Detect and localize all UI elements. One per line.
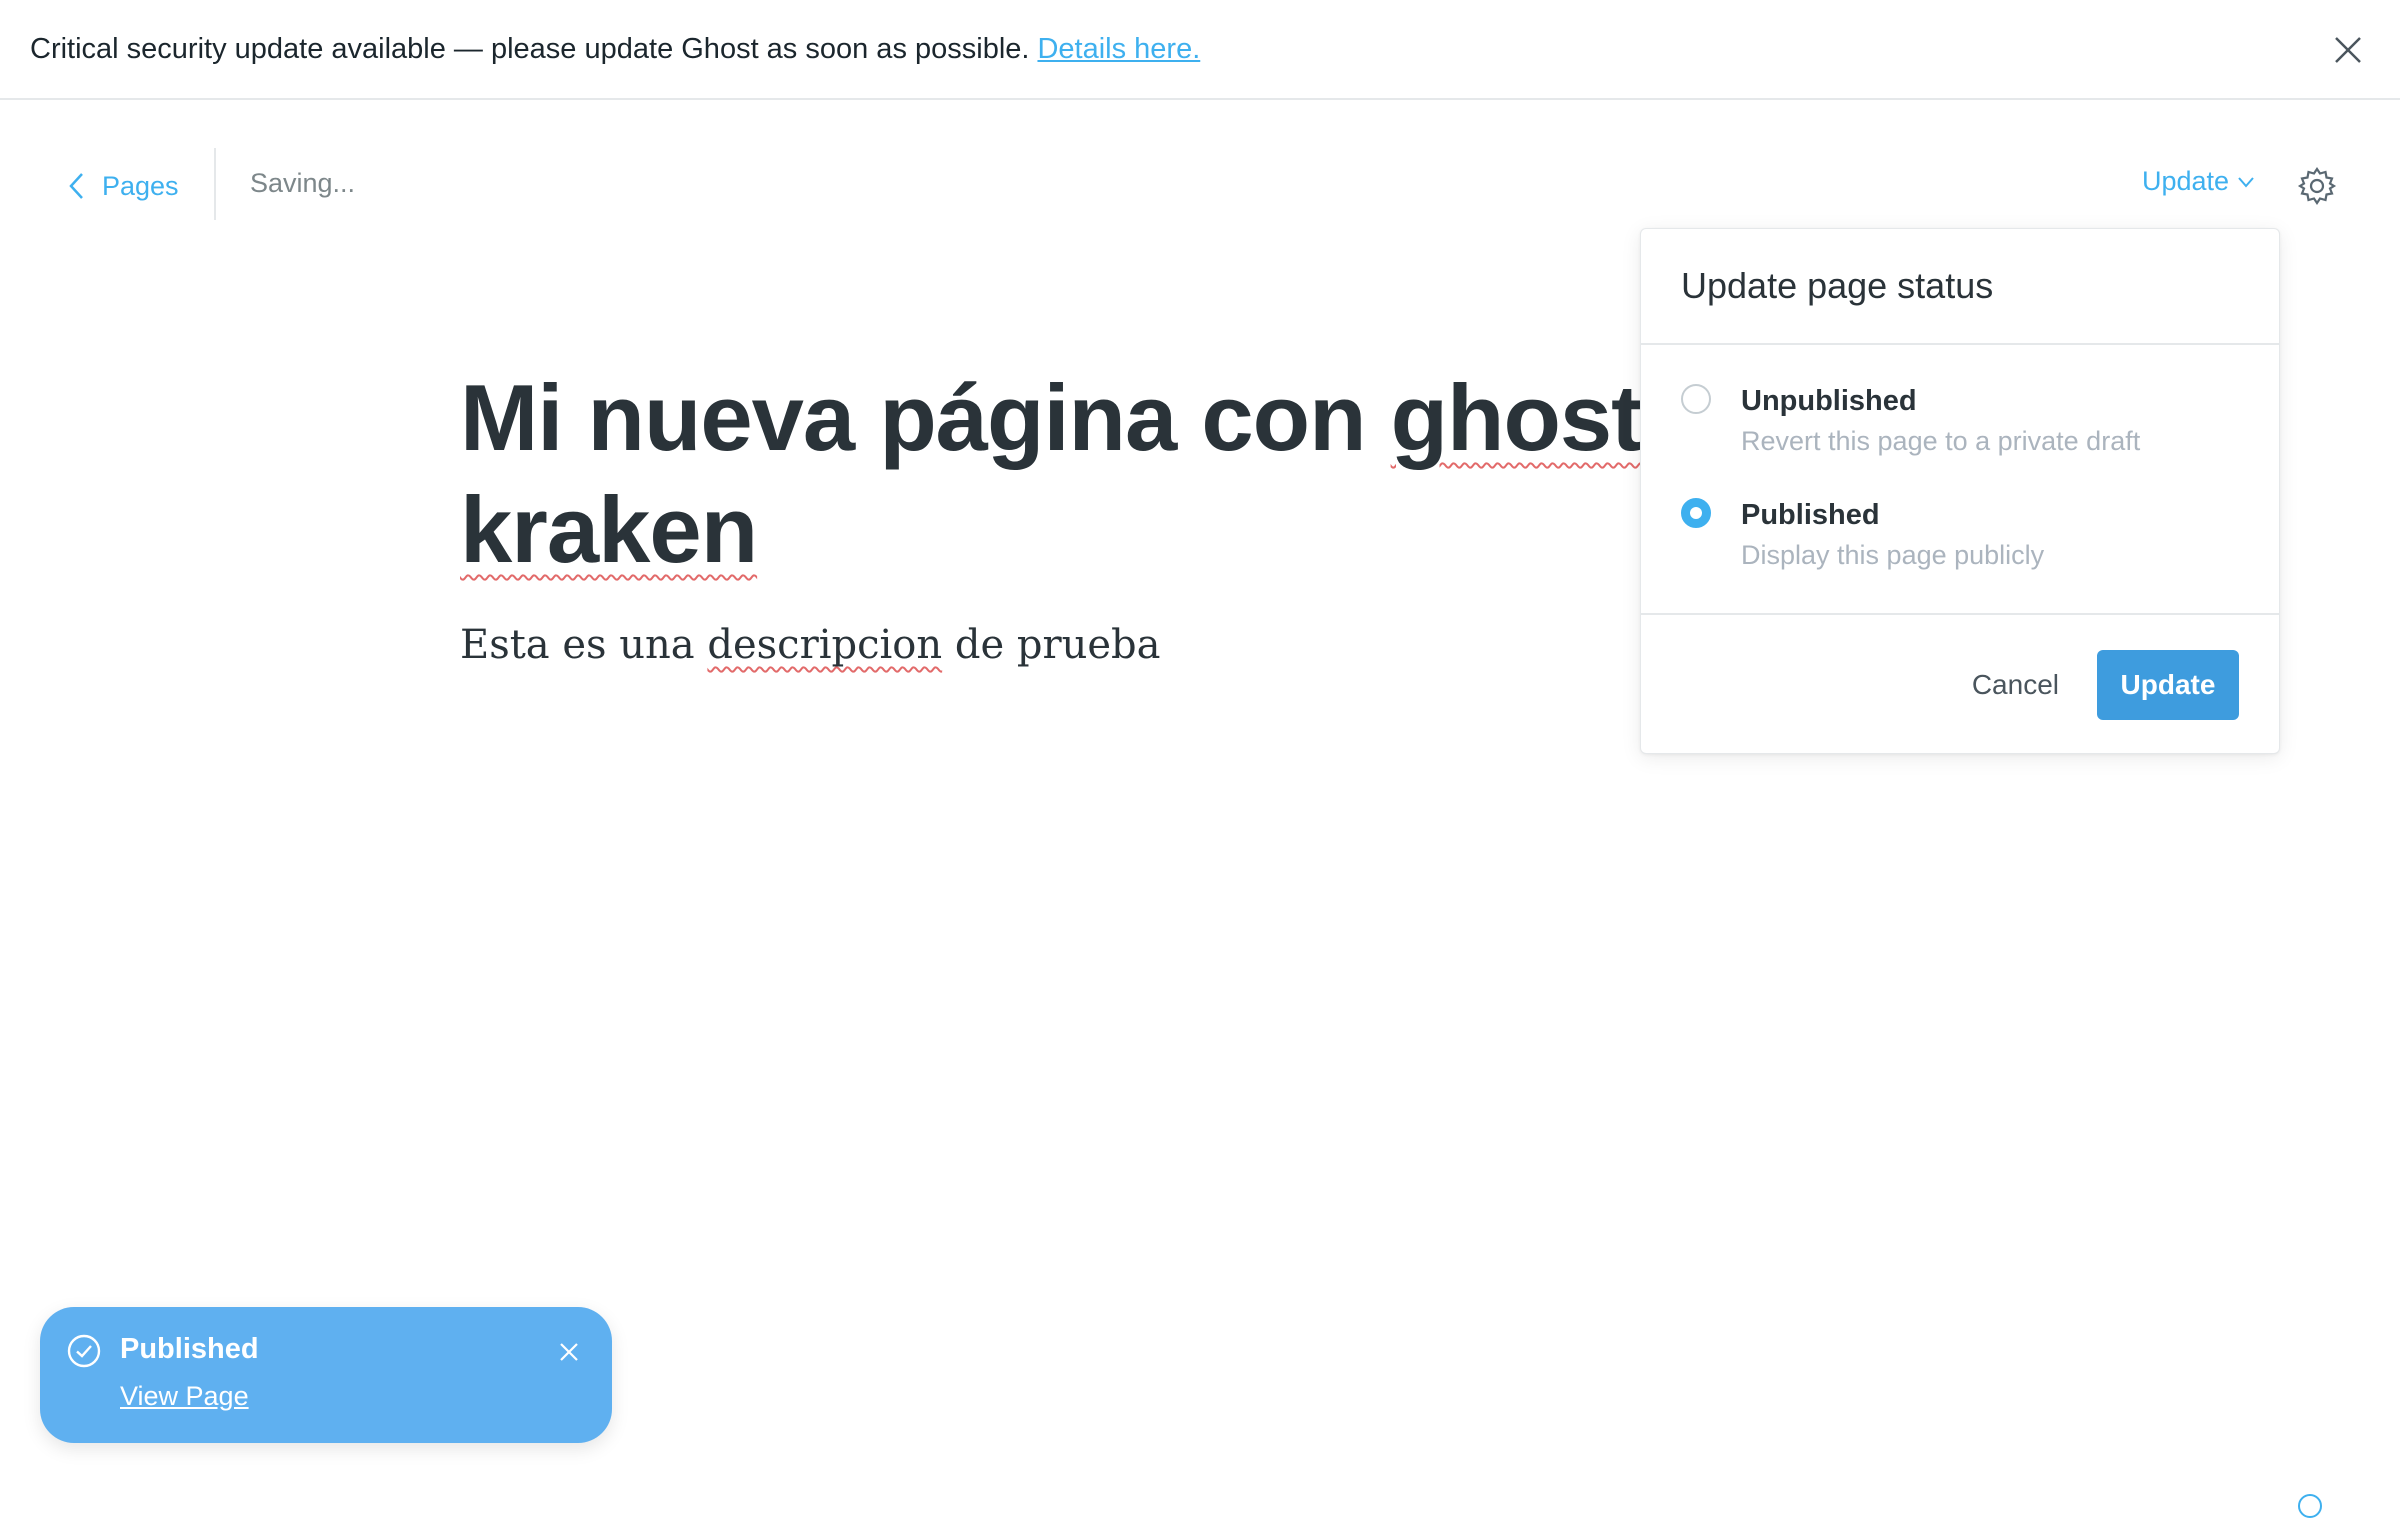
security-alert-banner: Critical security update available — ple… — [0, 0, 2400, 100]
title-misspelled-word: ghost — [1390, 365, 1643, 470]
alert-details-link[interactable]: Details here. — [1037, 33, 1200, 66]
update-dropdown-trigger[interactable]: Update — [2142, 166, 2255, 197]
chevron-down-icon — [2238, 176, 2254, 188]
back-label: Pages — [102, 170, 179, 201]
cancel-button[interactable]: Cancel — [1972, 669, 2059, 701]
close-icon[interactable] — [558, 1341, 580, 1363]
published-toast: Published View Page — [40, 1307, 612, 1443]
title-text: Mi nueva página con — [460, 365, 1391, 470]
gear-icon[interactable] — [2297, 166, 2337, 206]
close-icon[interactable] — [2330, 32, 2366, 68]
option-description: Revert this page to a private draft — [1741, 426, 2141, 456]
published-radio[interactable] — [1681, 498, 1711, 528]
update-status-menu: Update page status Unpublished Revert th… — [1640, 228, 2280, 754]
post-excerpt[interactable]: Esta es una descripcion de prueba — [460, 622, 1160, 668]
toast-title: Published — [120, 1333, 259, 1365]
help-button[interactable] — [2298, 1494, 2322, 1518]
excerpt-misspelled-word: descripcion — [707, 622, 943, 668]
check-circle-icon — [67, 1334, 101, 1368]
chevron-left-icon — [69, 173, 83, 199]
view-page-link[interactable]: View Page — [120, 1381, 249, 1412]
title-misspelled-word: kraken — [460, 477, 758, 582]
alert-message: Critical security update available — ple… — [30, 32, 1030, 65]
option-unpublished[interactable]: Unpublished Revert this page to a privat… — [1681, 383, 2239, 459]
back-to-pages-link[interactable]: Pages — [68, 166, 179, 206]
excerpt-text: Esta es una — [460, 622, 708, 668]
header-divider — [214, 148, 216, 220]
post-title[interactable]: Mi nueva página con ghost y kraken — [460, 362, 1780, 586]
menu-title: Update page status — [1641, 229, 2279, 345]
update-trigger-label: Update — [2142, 166, 2230, 196]
unpublished-radio[interactable] — [1681, 384, 1711, 414]
menu-footer: Cancel Update — [1641, 615, 2279, 755]
status-options: Unpublished Revert this page to a privat… — [1641, 345, 2279, 615]
option-label: Published — [1741, 499, 1880, 531]
save-status: Saving... — [250, 168, 356, 198]
option-label: Unpublished — [1741, 385, 1917, 417]
update-button[interactable]: Update — [2097, 650, 2239, 720]
excerpt-text: de prueba — [942, 622, 1161, 668]
option-published[interactable]: Published Display this page publicly — [1681, 497, 2239, 573]
option-description: Display this page publicly — [1741, 540, 2045, 570]
